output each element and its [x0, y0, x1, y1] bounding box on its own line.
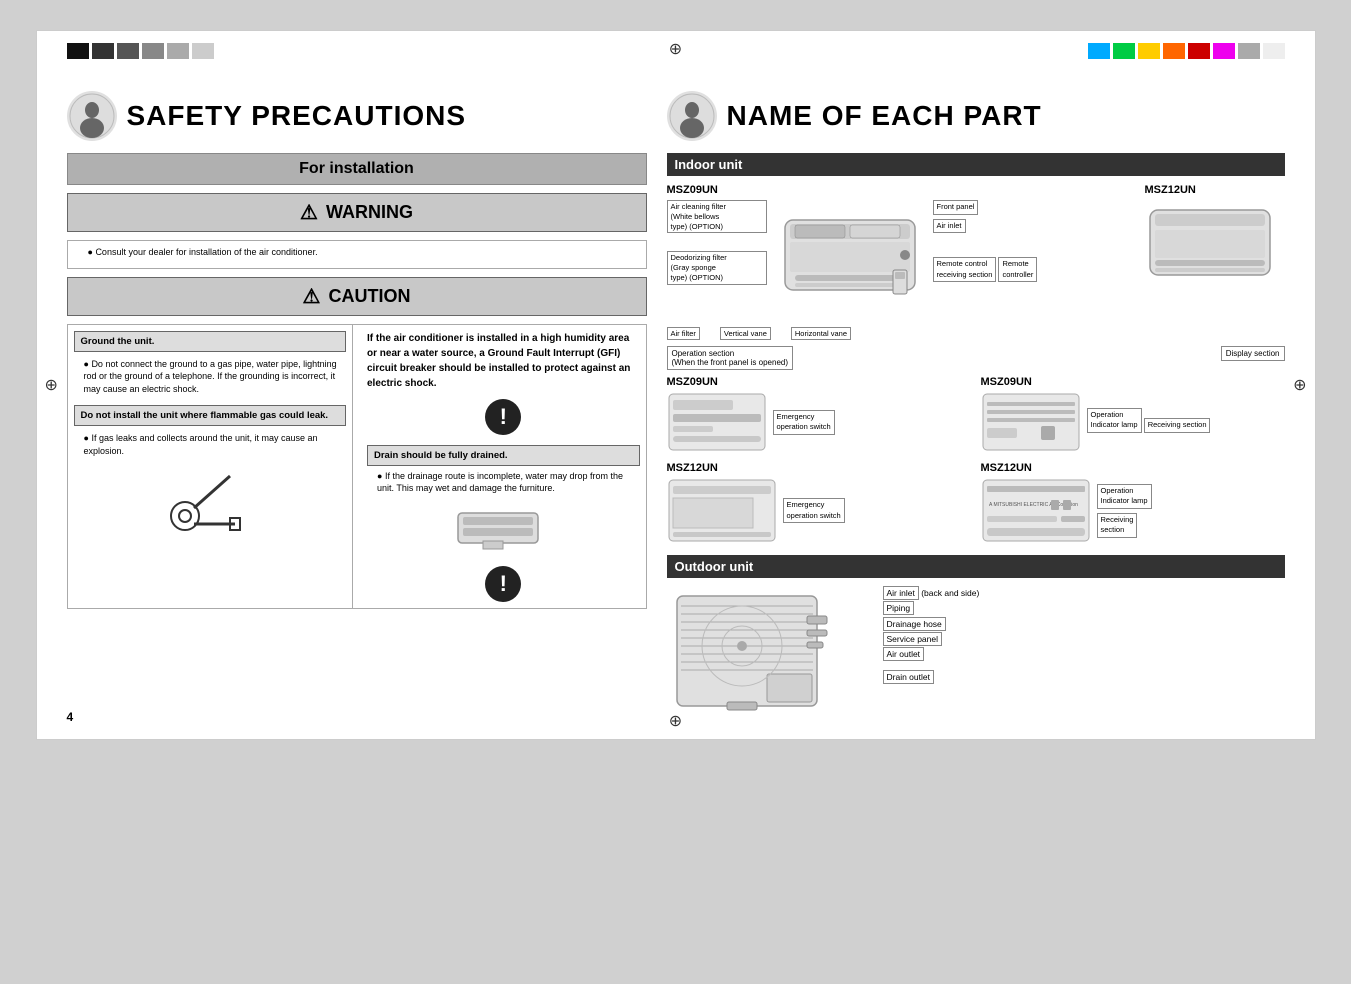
- indoor-unit-header: Indoor unit: [667, 153, 1285, 176]
- reg-mark-bottom: ⊕: [669, 711, 682, 731]
- vertical-vane-label: Vertical vane: [720, 327, 771, 340]
- warning-label: WARNING: [326, 202, 413, 223]
- msz09un-unit-svg: [775, 200, 925, 323]
- operation-indicator-label-right: OperationIndicator lamp Receiving sectio…: [1087, 408, 1211, 437]
- operation-section-label: Operation section (When the front panel …: [667, 346, 794, 370]
- horizontal-vane-label: Horizontal vane: [791, 327, 851, 340]
- msz12un-op-label-left: MSZ12UN: [667, 462, 971, 474]
- ac-unit-small-image: [367, 503, 640, 558]
- part-names-icon: [667, 91, 717, 141]
- reg-mark-top: ⊕: [669, 39, 682, 59]
- flammable-box: Do not install the unit where flammable …: [74, 405, 347, 426]
- page-number: 4: [67, 710, 74, 724]
- emergency-switch-label-left: Emergencyoperation switch: [773, 410, 835, 435]
- caution-triangle-icon: ⚠: [303, 284, 321, 309]
- front-panel-label: Front panel: [933, 200, 979, 215]
- reg-mark-right: ⊕: [1293, 375, 1306, 395]
- high-humidity-text: If the air conditioner is installed in a…: [367, 331, 640, 391]
- caution-content: Ground the unit. Do not connect the grou…: [67, 324, 647, 609]
- emergency-switch-label-msz12: Emergencyoperation switch: [783, 498, 845, 523]
- left-labels: Air cleaning filter(White bellowstype) (…: [667, 200, 767, 323]
- msz09un-op-label-right: MSZ09UN: [981, 376, 1285, 388]
- color-bar-right: [1088, 43, 1285, 59]
- msz09un-operation-left: MSZ09UN Emergencyoperation switch: [667, 376, 971, 452]
- outdoor-labels: Air inlet (back and side) Piping Drainag…: [883, 586, 980, 686]
- msz09un-label: MSZ09UN: [667, 184, 1135, 196]
- for-installation-box: For installation: [67, 153, 647, 185]
- air-outlet-label: Air outlet: [883, 647, 925, 661]
- safety-header: SAFETY PRECAUTIONS: [67, 91, 647, 141]
- main-content: SAFETY PRECAUTIONS For installation ⚠ WA…: [67, 91, 1285, 719]
- page: ⊕ ⊕ ⊕ ⊕ 4: [36, 30, 1316, 740]
- msz12un-op-label-right: MSZ12UN: [981, 462, 1285, 474]
- remote-control-receiving-label: Remote controlreceiving section: [933, 257, 997, 282]
- air-inlet-label: Air inlet: [933, 219, 966, 234]
- display-section-label: Display section: [1221, 346, 1285, 361]
- service-panel-label: Service panel: [883, 632, 943, 646]
- drain-text: If the drainage route is incomplete, wat…: [377, 470, 640, 495]
- bottom-labels: Air filter Vertical vane Horizontal vane: [667, 327, 1135, 340]
- remote-controller-label: Remotecontroller: [998, 257, 1037, 282]
- safety-precautions-section: SAFETY PRECAUTIONS For installation ⚠ WA…: [67, 91, 647, 719]
- msz12un-right-labels: OperationIndicator lamp Receivingsection: [1097, 484, 1152, 538]
- safety-title: SAFETY PRECAUTIONS: [127, 100, 467, 132]
- msz09un-op-label-left: MSZ09UN: [667, 376, 971, 388]
- msz12un-label: MSZ12UN: [1145, 184, 1285, 196]
- outdoor-unit-svg: [667, 586, 867, 719]
- ground-unit-text: Do not connect the ground to a gas pipe,…: [84, 358, 347, 396]
- msz12un-diagram: MSZ12UN: [1145, 184, 1285, 340]
- outdoor-unit-header: Outdoor unit: [667, 555, 1285, 578]
- deodorizing-filter-label: Deodorizing filter(Gray spongetype) (OPT…: [667, 251, 767, 284]
- part-names-header: NAME OF EACH PART: [667, 91, 1285, 141]
- piping-label: Piping: [883, 601, 915, 615]
- drainage-hose-label: Drainage hose: [883, 617, 946, 631]
- caution-box-header: ⚠ CAUTION: [67, 277, 647, 316]
- warning-triangle-icon: ⚠: [300, 200, 318, 225]
- drain-box: Drain should be fully drained.: [367, 445, 640, 466]
- ground-unit-box: Ground the unit.: [74, 331, 347, 352]
- caution-right-col: If the air conditioner is installed in a…: [361, 325, 646, 608]
- air-cleaning-filter-label: Air cleaning filter(White bellowstype) (…: [667, 200, 767, 233]
- drain-warning-icon: !: [485, 566, 521, 602]
- reg-mark-left: ⊕: [45, 375, 58, 395]
- msz12un-operation-right: MSZ12UN A MITSUBISHI ELECTRIC Air Condit…: [981, 462, 1285, 543]
- right-labels: Front panel Air inlet Remote controlrece…: [933, 200, 1135, 323]
- air-inlet-outdoor-label: Air inlet: [883, 586, 919, 600]
- warning-box: ⚠ WARNING: [67, 193, 647, 232]
- air-filter-label: Air filter: [667, 327, 700, 340]
- part-names-title: NAME OF EACH PART: [727, 100, 1042, 132]
- msz09un-diagram: MSZ09UN Air cleaning filter(White bellow…: [667, 184, 1135, 340]
- gfi-warning-icon: !: [485, 399, 521, 435]
- scissors-icon: [74, 466, 347, 536]
- safety-icon: [67, 91, 117, 141]
- consult-text: Consult your dealer for installation of …: [88, 246, 636, 259]
- color-bar-left: [67, 43, 214, 59]
- msz09un-operation-right: MSZ09UN OperationIndicator lamp: [981, 376, 1285, 452]
- caution-left-col: Ground the unit. Do not connect the grou…: [68, 325, 354, 608]
- drain-outlet-label: Drain outlet: [883, 670, 934, 684]
- caution-label: CAUTION: [328, 286, 410, 307]
- flammable-text: If gas leaks and collects around the uni…: [84, 432, 347, 457]
- msz12un-operation-left: MSZ12UN Emergencyoperation switch: [667, 462, 971, 543]
- name-of-each-part-section: NAME OF EACH PART Indoor unit MSZ09UN Ai…: [667, 91, 1285, 719]
- air-inlet-outdoor-note: (back and side): [921, 588, 979, 598]
- consult-box: Consult your dealer for installation of …: [67, 240, 647, 269]
